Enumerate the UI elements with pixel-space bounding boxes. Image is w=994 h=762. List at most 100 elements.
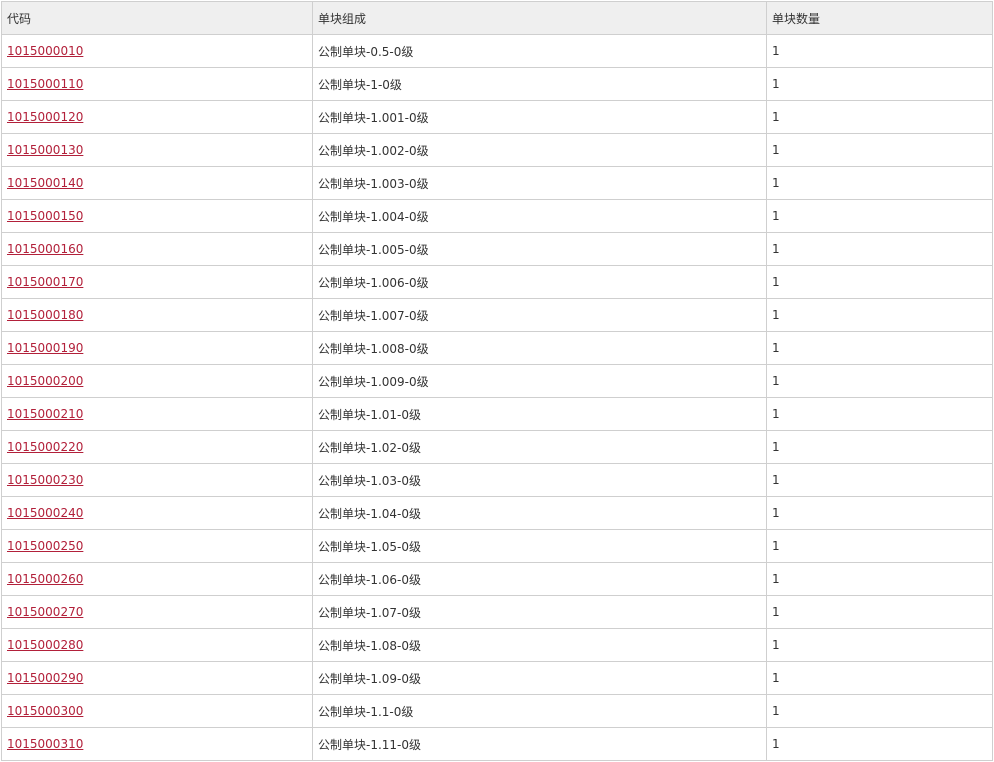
table-row: 1015000230 公制单块-1.03-0级 1 xyxy=(1,463,993,497)
count-cell: 1 xyxy=(766,628,993,662)
count-cell: 1 xyxy=(766,232,993,266)
code-link[interactable]: 1015000110 xyxy=(7,77,83,91)
code-cell: 1015000190 xyxy=(1,331,313,365)
count-cell: 1 xyxy=(766,67,993,101)
code-cell: 1015000110 xyxy=(1,67,313,101)
code-cell: 1015000170 xyxy=(1,265,313,299)
code-cell: 1015000220 xyxy=(1,430,313,464)
table-row: 1015000180 公制单块-1.007-0级 1 xyxy=(1,298,993,332)
count-cell: 1 xyxy=(766,100,993,134)
column-header-code: 代码 xyxy=(1,1,313,35)
composition-cell: 公制单块-1.006-0级 xyxy=(312,265,767,299)
composition-cell: 公制单块-1.1-0级 xyxy=(312,694,767,728)
code-link[interactable]: 1015000290 xyxy=(7,671,83,685)
count-cell: 1 xyxy=(766,463,993,497)
count-cell: 1 xyxy=(766,364,993,398)
code-link[interactable]: 1015000170 xyxy=(7,275,83,289)
count-cell: 1 xyxy=(766,265,993,299)
count-cell: 1 xyxy=(766,595,993,629)
table-row: 1015000270 公制单块-1.07-0级 1 xyxy=(1,595,993,629)
count-cell: 1 xyxy=(766,397,993,431)
code-cell: 1015000150 xyxy=(1,199,313,233)
count-cell: 1 xyxy=(766,727,993,761)
count-cell: 1 xyxy=(766,34,993,68)
code-link[interactable]: 1015000260 xyxy=(7,572,83,586)
code-cell: 1015000200 xyxy=(1,364,313,398)
code-link[interactable]: 1015000270 xyxy=(7,605,83,619)
composition-cell: 公制单块-0.5-0级 xyxy=(312,34,767,68)
code-cell: 1015000300 xyxy=(1,694,313,728)
block-composition-table: 代码 单块组成 单块数量 1015000010 公制单块-0.5-0级 1 10150… xyxy=(1,1,993,761)
code-link[interactable]: 1015000220 xyxy=(7,440,83,454)
code-link[interactable]: 1015000200 xyxy=(7,374,83,388)
composition-cell: 公制单块-1.009-0级 xyxy=(312,364,767,398)
code-link[interactable]: 1015000150 xyxy=(7,209,83,223)
code-link[interactable]: 1015000310 xyxy=(7,737,83,751)
code-cell: 1015000260 xyxy=(1,562,313,596)
count-cell: 1 xyxy=(766,661,993,695)
composition-cell: 公制单块-1.09-0级 xyxy=(312,661,767,695)
code-cell: 1015000310 xyxy=(1,727,313,761)
code-link[interactable]: 1015000300 xyxy=(7,704,83,718)
count-cell: 1 xyxy=(766,331,993,365)
table-row: 1015000010 公制单块-0.5-0级 1 xyxy=(1,34,993,68)
table-row: 1015000150 公制单块-1.004-0级 1 xyxy=(1,199,993,233)
table-row: 1015000280 公制单块-1.08-0级 1 xyxy=(1,628,993,662)
table-row: 1015000290 公制单块-1.09-0级 1 xyxy=(1,661,993,695)
code-cell: 1015000230 xyxy=(1,463,313,497)
code-cell: 1015000210 xyxy=(1,397,313,431)
code-cell: 1015000240 xyxy=(1,496,313,530)
code-link[interactable]: 1015000120 xyxy=(7,110,83,124)
composition-cell: 公制单块-1.002-0级 xyxy=(312,133,767,167)
composition-cell: 公制单块-1.06-0级 xyxy=(312,562,767,596)
code-link[interactable]: 1015000190 xyxy=(7,341,83,355)
composition-cell: 公制单块-1.01-0级 xyxy=(312,397,767,431)
composition-cell: 公制单块-1.05-0级 xyxy=(312,529,767,563)
count-cell: 1 xyxy=(766,529,993,563)
code-cell: 1015000130 xyxy=(1,133,313,167)
table-row: 1015000120 公制单块-1.001-0级 1 xyxy=(1,100,993,134)
table-row: 1015000130 公制单块-1.002-0级 1 xyxy=(1,133,993,167)
count-cell: 1 xyxy=(766,694,993,728)
code-link[interactable]: 1015000230 xyxy=(7,473,83,487)
count-cell: 1 xyxy=(766,430,993,464)
code-link[interactable]: 1015000210 xyxy=(7,407,83,421)
code-link[interactable]: 1015000240 xyxy=(7,506,83,520)
table-row: 1015000160 公制单块-1.005-0级 1 xyxy=(1,232,993,266)
table-row: 1015000260 公制单块-1.06-0级 1 xyxy=(1,562,993,596)
composition-cell: 公制单块-1.005-0级 xyxy=(312,232,767,266)
code-link[interactable]: 1015000140 xyxy=(7,176,83,190)
code-link[interactable]: 1015000180 xyxy=(7,308,83,322)
code-cell: 1015000180 xyxy=(1,298,313,332)
table-row: 1015000310 公制单块-1.11-0级 1 xyxy=(1,727,993,761)
table-row: 1015000240 公制单块-1.04-0级 1 xyxy=(1,496,993,530)
count-cell: 1 xyxy=(766,298,993,332)
table-row: 1015000110 公制单块-1-0级 1 xyxy=(1,67,993,101)
code-link[interactable]: 1015000280 xyxy=(7,638,83,652)
code-cell: 1015000160 xyxy=(1,232,313,266)
table-row: 1015000170 公制单块-1.006-0级 1 xyxy=(1,265,993,299)
composition-cell: 公制单块-1.004-0级 xyxy=(312,199,767,233)
composition-cell: 公制单块-1.02-0级 xyxy=(312,430,767,464)
count-cell: 1 xyxy=(766,133,993,167)
count-cell: 1 xyxy=(766,166,993,200)
code-link[interactable]: 1015000250 xyxy=(7,539,83,553)
composition-cell: 公制单块-1.003-0级 xyxy=(312,166,767,200)
composition-cell: 公制单块-1.08-0级 xyxy=(312,628,767,662)
composition-cell: 公制单块-1.007-0级 xyxy=(312,298,767,332)
composition-cell: 公制单块-1-0级 xyxy=(312,67,767,101)
count-cell: 1 xyxy=(766,562,993,596)
count-cell: 1 xyxy=(766,199,993,233)
code-cell: 1015000120 xyxy=(1,100,313,134)
code-link[interactable]: 1015000010 xyxy=(7,44,83,58)
composition-cell: 公制单块-1.001-0级 xyxy=(312,100,767,134)
composition-cell: 公制单块-1.03-0级 xyxy=(312,463,767,497)
table-row: 1015000300 公制单块-1.1-0级 1 xyxy=(1,694,993,728)
code-cell: 1015000140 xyxy=(1,166,313,200)
column-header-composition: 单块组成 xyxy=(312,1,767,35)
code-link[interactable]: 1015000160 xyxy=(7,242,83,256)
table-row: 1015000200 公制单块-1.009-0级 1 xyxy=(1,364,993,398)
composition-cell: 公制单块-1.07-0级 xyxy=(312,595,767,629)
code-link[interactable]: 1015000130 xyxy=(7,143,83,157)
code-cell: 1015000250 xyxy=(1,529,313,563)
